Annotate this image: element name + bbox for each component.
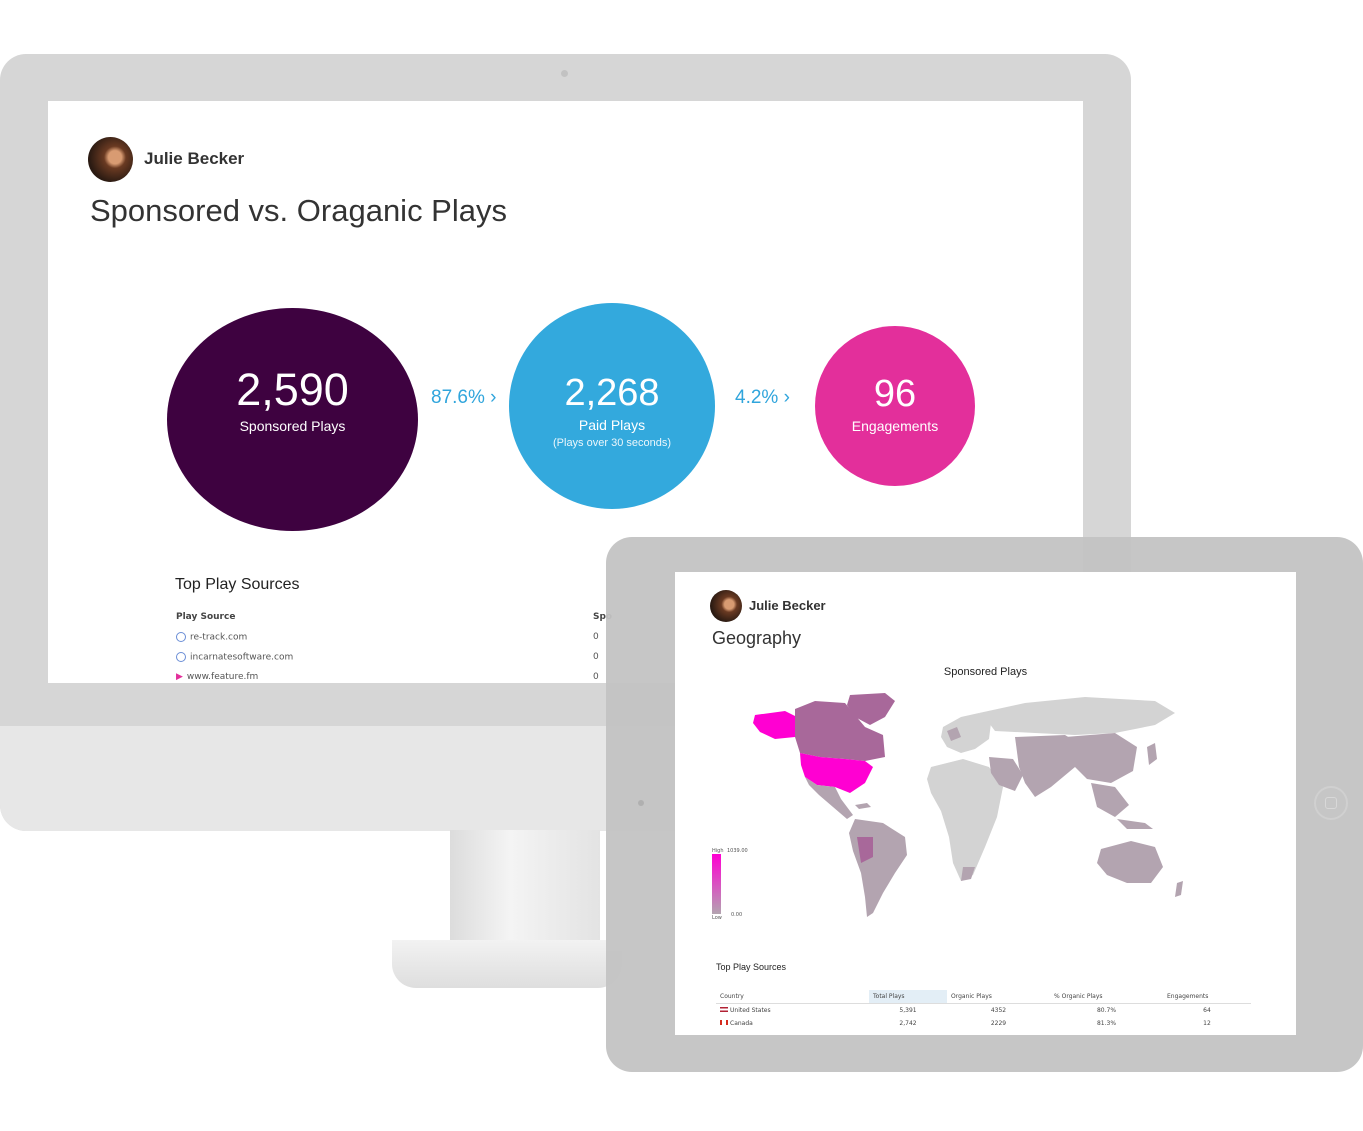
map-region-new-zealand <box>1175 881 1183 897</box>
sponsored-plays-label: Sponsored Plays <box>239 418 346 434</box>
sponsored-plays-circle: 2,590 Sponsored Plays <box>167 308 418 531</box>
engagements-cell: 64 <box>1203 1007 1211 1014</box>
user-name[interactable]: Julie Becker <box>144 149 244 169</box>
map-region-east-asia <box>1065 733 1137 783</box>
home-button-icon <box>1325 797 1337 809</box>
paid-plays-value: 2,268 <box>564 372 660 414</box>
column-header-engagements[interactable]: Engagements <box>1163 990 1251 1004</box>
map-region-australia <box>1097 841 1163 883</box>
source-name: re-track.com <box>190 632 248 643</box>
legend-min-value: 0.00 <box>731 912 743 918</box>
paid-plays-sublabel: (Plays over 30 seconds) <box>553 437 671 449</box>
imac-camera <box>561 70 568 77</box>
country-cell: Canada <box>716 1017 869 1030</box>
total-plays-cell: 5,391 <box>899 1007 917 1014</box>
source-value: 0 <box>593 672 599 682</box>
column-header-organic-plays[interactable]: Organic Plays <box>947 990 1050 1004</box>
legend-gradient <box>712 854 721 914</box>
conversion-rate-paid[interactable]: 87.6% › <box>431 387 496 409</box>
page-title: Sponsored vs. Oraganic Plays <box>90 193 507 228</box>
play-icon: ▶ <box>176 672 183 682</box>
country-name: United States <box>730 1007 771 1014</box>
user-avatar[interactable] <box>710 590 742 622</box>
source-row[interactable]: incarnatesoftware.com <box>176 652 293 663</box>
imac-stand-neck <box>450 830 600 945</box>
imac-stand-foot <box>392 940 622 988</box>
legend-low-label: Low <box>712 915 722 921</box>
globe-icon <box>176 652 186 662</box>
legend-max-value: 1039.00 <box>727 848 748 854</box>
world-map[interactable] <box>735 687 1205 927</box>
total-plays-cell: 2,742 <box>899 1020 917 1027</box>
source-row[interactable]: re-track.com <box>176 632 247 643</box>
map-region-indonesia <box>1117 819 1153 829</box>
source-value: 0 <box>593 652 599 662</box>
table-row[interactable]: United States 5,391 4352 80.7% 64 <box>716 1004 1251 1018</box>
map-region-japan <box>1147 743 1157 765</box>
source-row[interactable]: ▶ www.feature.fm <box>176 672 258 682</box>
engagements-value: 96 <box>873 373 917 415</box>
engagements-cell: 12 <box>1203 1020 1211 1027</box>
sources-title: Top Play Sources <box>175 576 300 593</box>
table-row[interactable]: Canada 2,742 2229 81.3% 12 <box>716 1017 1251 1030</box>
map-region-south-america <box>849 819 907 917</box>
globe-icon <box>176 632 186 642</box>
engagements-circle: 96 Engagements <box>815 326 975 486</box>
pct-organic-cell: 81.3% <box>1096 1020 1117 1027</box>
page-title: Geography <box>712 628 802 648</box>
canada-flag-icon <box>720 1020 728 1025</box>
map-region-alaska <box>753 711 797 739</box>
map-region-russia <box>979 697 1175 735</box>
country-cell: United States <box>716 1004 869 1018</box>
paid-plays-circle: 2,268 Paid Plays (Plays over 30 seconds) <box>509 303 715 509</box>
us-flag-icon <box>720 1007 728 1012</box>
pct-organic-cell: 80.7% <box>1096 1007 1117 1014</box>
sponsored-plays-value: 2,590 <box>236 364 349 415</box>
column-header-pct-organic[interactable]: % Organic Plays <box>1050 990 1163 1004</box>
tablet-screen: Julie Becker Geography Sponsored Plays H… <box>675 572 1296 1035</box>
column-header-play-source[interactable]: Play Source <box>176 612 235 622</box>
country-name: Canada <box>730 1020 753 1027</box>
map-title: Sponsored Plays <box>943 666 1028 678</box>
user-name[interactable]: Julie Becker <box>749 598 826 613</box>
paid-plays-label: Paid Plays <box>578 417 646 433</box>
geography-table: Country Total Plays Organic Plays % Orga… <box>716 990 1251 1030</box>
user-avatar[interactable] <box>88 137 133 182</box>
map-region-southeast-asia <box>1091 783 1129 817</box>
ipad-camera <box>638 800 644 806</box>
organic-plays-cell: 2229 <box>990 1020 1007 1027</box>
map-region-caribbean <box>855 803 871 809</box>
source-name: incarnatesoftware.com <box>190 652 294 663</box>
column-header-country[interactable]: Country <box>716 990 869 1004</box>
map-region-africa <box>927 759 1003 881</box>
conversion-rate-engagement[interactable]: 4.2% › <box>735 387 790 409</box>
engagements-label: Engagements <box>851 418 939 434</box>
source-name: www.feature.fm <box>186 672 259 682</box>
table-title: Top Play Sources <box>716 962 787 972</box>
organic-plays-cell: 4352 <box>990 1007 1007 1014</box>
column-header-total-plays[interactable]: Total Plays <box>869 990 947 1004</box>
source-value: 0 <box>593 632 599 642</box>
